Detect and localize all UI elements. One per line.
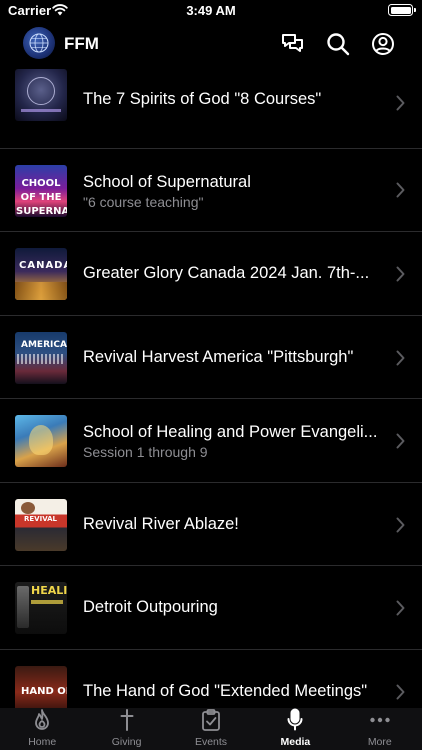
thumbnail-caption: HAND OF xyxy=(21,686,67,697)
chevron-right-icon xyxy=(396,600,405,616)
list-item-title: The Hand of God "Extended Meetings" xyxy=(83,682,368,700)
tab-bar: Home Giving Events Media More xyxy=(0,708,422,750)
search-icon[interactable] xyxy=(325,31,351,57)
list-item[interactable]: The 7 Spirits of God "8 Courses" xyxy=(0,66,422,149)
tab-label: More xyxy=(367,736,392,748)
thumbnail: CANADA xyxy=(15,248,67,300)
list-item-title: Revival Harvest America "Pittsburgh" xyxy=(83,348,354,366)
thumbnail: CHOOL OF THE SUPERNATURA xyxy=(15,165,67,217)
tab-media[interactable]: Media xyxy=(253,708,337,750)
thumbnail-caption: REVIVAL xyxy=(24,515,58,523)
list-item-title: Greater Glory Canada 2024 Jan. 7th-... xyxy=(83,264,370,282)
clipboard-check-icon xyxy=(169,708,253,732)
list-item[interactable]: CANADA Greater Glory Canada 2024 Jan. 7t… xyxy=(0,232,422,316)
microphone-icon xyxy=(253,708,337,732)
list-item-subtitle: "6 course teaching" xyxy=(83,194,204,210)
battery-icon xyxy=(388,4,416,16)
list-item-title: The 7 Spirits of God "8 Courses" xyxy=(83,90,322,108)
globe-icon xyxy=(29,33,49,53)
flame-icon xyxy=(0,708,84,732)
list-item-title: Revival River Ablaze! xyxy=(83,515,239,533)
app-title: FFM xyxy=(64,34,99,53)
list-item[interactable]: HAND OF The Hand of God "Extended Meetin… xyxy=(0,650,422,708)
tab-more[interactable]: More xyxy=(338,708,422,750)
chevron-right-icon xyxy=(396,433,405,449)
list-item[interactable]: REVIVAL Revival River Ablaze! xyxy=(0,483,422,566)
thumbnail: HEALI xyxy=(15,582,67,634)
chevron-right-icon xyxy=(396,95,405,111)
tab-label: Media xyxy=(280,736,311,748)
tab-home[interactable]: Home xyxy=(0,708,84,750)
thumbnail-caption: AMERICA xyxy=(21,340,67,350)
clock: 3:49 AM xyxy=(186,3,236,18)
tab-label: Giving xyxy=(111,736,142,748)
chat-icon[interactable] xyxy=(280,31,306,57)
tab-giving[interactable]: Giving xyxy=(84,708,168,750)
list-item[interactable]: CHOOL OF THE SUPERNATURA School of Super… xyxy=(0,149,422,232)
list-item-title: School of Healing and Power Evangeli... xyxy=(83,423,378,441)
thumbnail: HAND OF xyxy=(15,666,67,708)
list-item-title: Detroit Outpouring xyxy=(83,598,218,616)
status-bar: Carrier 3:49 AM xyxy=(0,0,422,22)
app-logo[interactable] xyxy=(23,27,55,59)
tab-events[interactable]: Events xyxy=(169,708,253,750)
tab-label: Home xyxy=(28,736,57,748)
list-item-subtitle: Session 1 through 9 xyxy=(83,444,208,460)
thumbnail: AMERICA xyxy=(15,332,67,384)
list-item[interactable]: HEALI Detroit Outpouring xyxy=(0,566,422,650)
thumbnail-caption: HEALI xyxy=(31,584,67,597)
tab-label: Events xyxy=(194,736,228,748)
list-item[interactable]: AMERICA Revival Harvest America "Pittsbu… xyxy=(0,316,422,399)
chevron-right-icon xyxy=(396,517,405,533)
list-item-title: School of Supernatural xyxy=(83,173,251,191)
thumbnail-caption: CHOOL OF THE SUPERNATURA xyxy=(16,178,67,217)
list-item[interactable]: School of Healing and Power Evangeli... … xyxy=(0,399,422,483)
account-icon[interactable] xyxy=(370,31,396,57)
chevron-right-icon xyxy=(396,182,405,198)
cross-icon xyxy=(84,708,168,732)
thumbnail xyxy=(15,69,67,121)
chevron-right-icon xyxy=(396,266,405,282)
chevron-right-icon xyxy=(396,350,405,366)
chevron-right-icon xyxy=(396,684,405,700)
nav-bar: FFM xyxy=(0,22,422,66)
thumbnail-caption: CANADA xyxy=(19,260,67,271)
thumbnail: REVIVAL xyxy=(15,499,67,551)
thumbnail xyxy=(15,415,67,467)
ellipsis-icon xyxy=(338,708,422,732)
media-list: The 7 Spirits of God "8 Courses" CHOOL O… xyxy=(0,66,422,708)
